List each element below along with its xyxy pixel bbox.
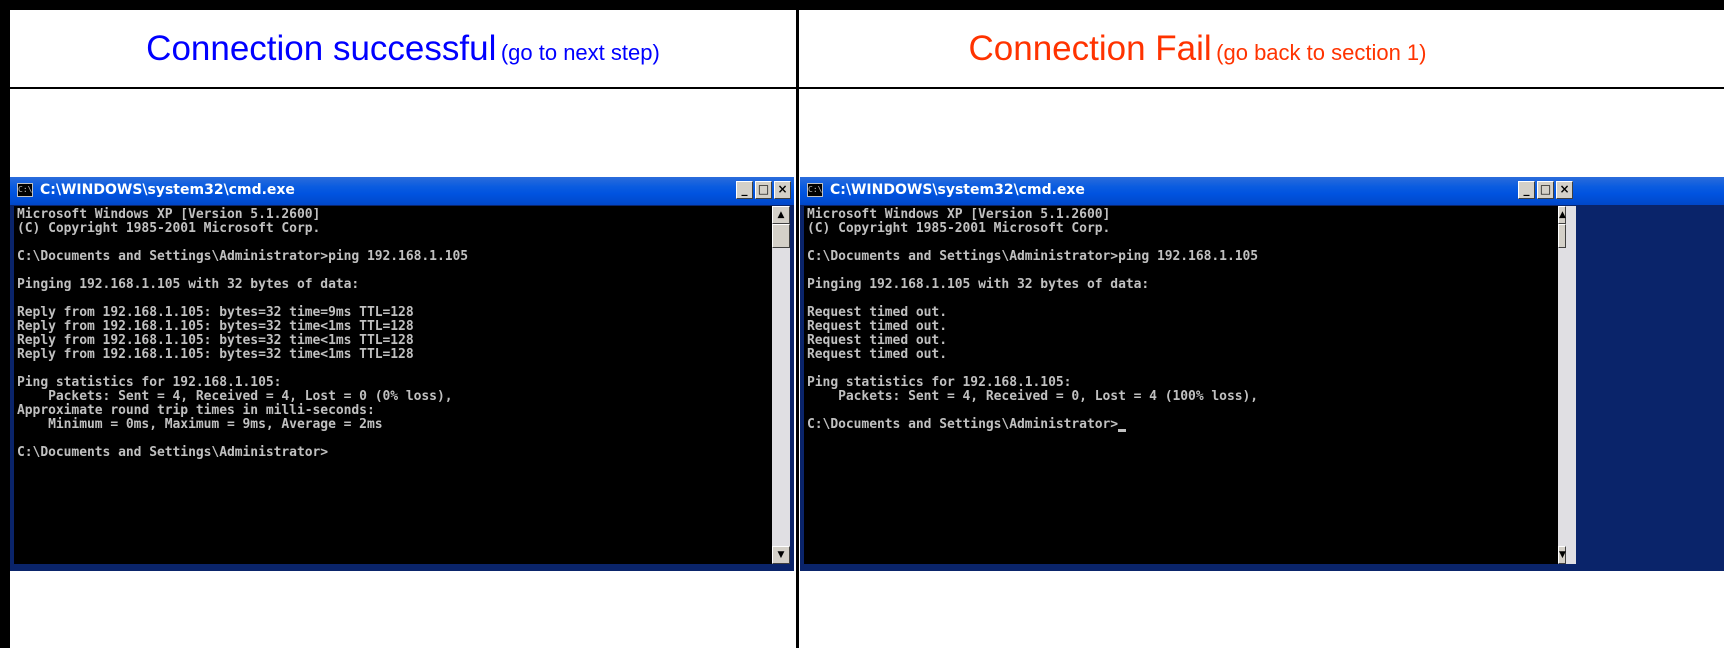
success-header: Connection successful (go to next step) (10, 10, 796, 87)
console-line: Packets: Sent = 4, Received = 0, Lost = … (807, 389, 1259, 404)
console-line: Microsoft Windows XP [Version 5.1.2600] (807, 207, 1111, 222)
vertical-scrollbar[interactable]: ▲ ▼ (772, 206, 790, 564)
window-titlebar[interactable]: C:\ C:\WINDOWS\system32\cmd.exe _ □ × (10, 177, 794, 205)
scroll-up-icon[interactable]: ▲ (1558, 206, 1566, 224)
console-line: C:\Documents and Settings\Administrator>… (807, 249, 1259, 264)
console-line: Request timed out. (807, 347, 947, 362)
cmd-window-success[interactable]: C:\ C:\WINDOWS\system32\cmd.exe _ □ × Mi… (10, 177, 794, 571)
console-text: Microsoft Windows XP [Version 5.1.2600](… (804, 206, 1558, 432)
scroll-down-icon[interactable]: ▼ (772, 546, 790, 564)
console-line: Minimum = 0ms, Maximum = 9ms, Average = … (17, 417, 383, 432)
window-title: C:\WINDOWS\system32\cmd.exe (40, 182, 295, 198)
prompt-text: C:\Documents and Settings\Administrator> (807, 417, 1119, 432)
cmd-icon[interactable]: C:\ (807, 183, 823, 197)
success-subheading: (go to next step) (500, 39, 660, 65)
close-button[interactable]: × (1556, 181, 1573, 199)
console-line: Reply from 192.168.1.105: bytes=32 time<… (17, 347, 414, 362)
console-line: C:\Documents and Settings\Administrator> (17, 445, 329, 460)
console-line: Ping statistics for 192.168.1.105: (807, 375, 1072, 390)
fail-heading: Connection Fail (968, 28, 1212, 68)
console-line: Microsoft Windows XP [Version 5.1.2600] (17, 207, 321, 222)
console-line: Reply from 192.168.1.105: bytes=32 time<… (17, 333, 414, 348)
scroll-up-icon[interactable]: ▲ (772, 206, 790, 224)
console-line: Request timed out. (807, 319, 947, 334)
console-line: Reply from 192.168.1.105: bytes=32 time<… (17, 319, 414, 334)
fail-subheading: (go back to section 1) (1216, 39, 1427, 65)
window-titlebar[interactable]: C:\ C:\WINDOWS\system32\cmd.exe _ □ × (800, 177, 1724, 205)
success-heading: Connection successful (146, 28, 497, 68)
console-line: Ping statistics for 192.168.1.105: (17, 375, 282, 390)
cmd-icon[interactable]: C:\ (17, 183, 33, 197)
console-line: Approximate round trip times in milli-se… (17, 403, 375, 418)
vertical-scrollbar[interactable]: ▲ ▼ (1558, 206, 1576, 564)
scroll-thumb[interactable] (1558, 224, 1566, 248)
window-title: C:\WINDOWS\system32\cmd.exe (830, 182, 1085, 198)
row-divider (10, 87, 1724, 89)
console-line: Packets: Sent = 4, Received = 4, Lost = … (17, 389, 453, 404)
fail-header: Connection Fail (go back to section 1) (799, 10, 1724, 87)
console-line: Request timed out. (807, 333, 947, 348)
console-line: Request timed out. (807, 305, 947, 320)
cmd-window-fail[interactable]: C:\ C:\WINDOWS\system32\cmd.exe _ □ × Mi… (800, 177, 1724, 571)
console-line: (C) Copyright 1985-2001 Microsoft Corp. (807, 221, 1111, 236)
console-text: Microsoft Windows XP [Version 5.1.2600](… (14, 206, 772, 460)
maximize-button[interactable]: □ (755, 181, 772, 199)
console-line: C:\Documents and Settings\Administrator>… (17, 249, 469, 264)
column-divider (796, 10, 799, 648)
scroll-thumb[interactable] (772, 224, 790, 248)
cursor-caret (1118, 421, 1127, 432)
console-line: Pinging 192.168.1.105 with 32 bytes of d… (807, 277, 1150, 292)
minimize-button[interactable]: _ (1518, 181, 1535, 199)
minimize-button[interactable]: _ (736, 181, 753, 199)
console-output[interactable]: Microsoft Windows XP [Version 5.1.2600](… (14, 206, 772, 564)
console-line: (C) Copyright 1985-2001 Microsoft Corp. (17, 221, 321, 236)
console-line: Pinging 192.168.1.105 with 32 bytes of d… (17, 277, 360, 292)
close-button[interactable]: × (774, 181, 791, 199)
console-line: Reply from 192.168.1.105: bytes=32 time=… (17, 305, 414, 320)
console-output[interactable]: Microsoft Windows XP [Version 5.1.2600](… (804, 206, 1558, 564)
console-line: C:\Documents and Settings\Administrator> (807, 418, 1558, 432)
scroll-down-icon[interactable]: ▼ (1558, 546, 1566, 564)
maximize-button[interactable]: □ (1537, 181, 1554, 199)
